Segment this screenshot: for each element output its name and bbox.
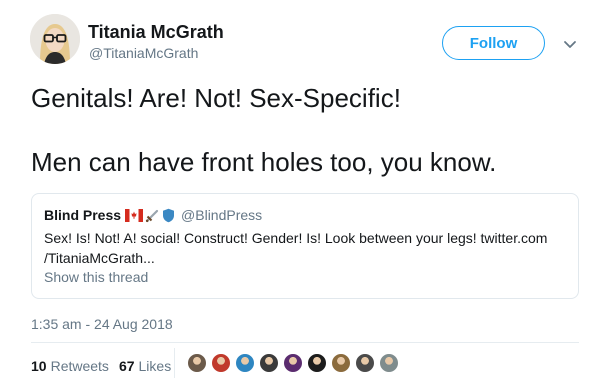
author-handle[interactable]: @TitaniaMcGrath	[89, 45, 198, 61]
liker-avatar[interactable]	[210, 352, 232, 374]
divider	[31, 342, 579, 343]
tweet-text-line-1: Genitals! Are! Not! Sex-Specific!	[31, 83, 401, 113]
tweet-stats: 10 Retweets 67 Likes	[31, 358, 181, 374]
shield-icon	[163, 208, 175, 222]
likes-label: Likes	[138, 358, 172, 374]
tweet-header: Titania McGrath @TitaniaMcGrath Follow	[30, 14, 590, 68]
tweet-text-line-2: Men can have front holes too, you know.	[31, 147, 497, 177]
liker-avatar[interactable]	[234, 352, 256, 374]
quoted-author-name: Blind Press	[44, 207, 122, 223]
tweet-text: Genitals! Are! Not! Sex-Specific! Men ca…	[31, 82, 581, 178]
likes-stat[interactable]: 67 Likes	[119, 358, 171, 374]
quoted-tweet-card[interactable]: Blind Press @BlindPress Sex! Is! Not! A!…	[31, 193, 579, 299]
likes-count: 67	[118, 358, 135, 374]
tweet-timestamp[interactable]: 1:35 am - 24 Aug 2018	[31, 316, 173, 332]
author-name[interactable]: Titania McGrath	[88, 22, 224, 43]
liker-avatar[interactable]	[186, 352, 208, 374]
retweets-label: Retweets	[50, 358, 109, 374]
dagger-icon	[145, 209, 159, 222]
author-avatar[interactable]	[30, 14, 80, 64]
stats-separator	[174, 348, 175, 378]
chevron-down-icon[interactable]	[562, 36, 578, 52]
avatar-portrait-icon	[30, 14, 80, 64]
liker-avatar[interactable]	[378, 352, 400, 374]
liker-avatar[interactable]	[306, 352, 328, 374]
retweets-count: 10	[31, 358, 47, 374]
liker-avatar[interactable]	[258, 352, 280, 374]
show-thread-link[interactable]: Show this thread	[44, 269, 148, 285]
liker-avatar[interactable]	[330, 352, 352, 374]
liker-avatar[interactable]	[354, 352, 376, 374]
liker-avatar[interactable]	[282, 352, 304, 374]
quoted-author-handle: @BlindPress	[181, 207, 263, 223]
canada-flag-icon	[125, 208, 144, 222]
quoted-tweet-text: Sex! Is! Not! A! social! Construct! Gend…	[44, 230, 548, 266]
quoted-author-emojis	[125, 208, 175, 223]
quoted-tweet-header: Blind Press @BlindPress	[44, 207, 262, 223]
follow-button[interactable]: Follow	[442, 26, 545, 60]
retweets-stat[interactable]: 10 Retweets	[31, 358, 109, 374]
liker-avatars	[186, 352, 402, 374]
